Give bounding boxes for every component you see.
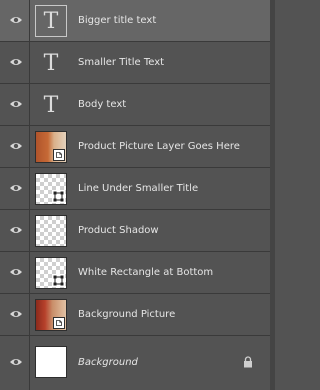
vector-shape-badge-icon: [52, 274, 65, 287]
layer-row-body-text[interactable]: T Body text: [0, 84, 270, 126]
vector-shape-badge-icon: [52, 190, 65, 203]
layer-row-background[interactable]: Background: [0, 336, 270, 390]
layer-name[interactable]: Product Shadow: [78, 210, 159, 251]
layer-row-product-shadow[interactable]: Product Shadow: [0, 210, 270, 252]
eye-icon: [10, 311, 22, 317]
visibility-toggle[interactable]: [0, 0, 30, 41]
layer-row-product-picture[interactable]: Product Picture Layer Goes Here: [0, 126, 270, 168]
lock-icon[interactable]: [243, 356, 253, 368]
smart-object-badge-icon: [53, 317, 65, 329]
layer-name[interactable]: Product Picture Layer Goes Here: [78, 126, 240, 167]
shape-layer-thumbnail: [35, 257, 67, 289]
layer-name[interactable]: Background Picture: [78, 294, 175, 335]
visibility-toggle[interactable]: [0, 168, 30, 209]
eye-icon: [10, 185, 22, 191]
visibility-toggle[interactable]: [0, 210, 30, 251]
visibility-toggle[interactable]: [0, 42, 30, 83]
layer-name[interactable]: Bigger title text: [78, 0, 156, 41]
layer-row-white-rectangle[interactable]: White Rectangle at Bottom: [0, 252, 270, 294]
scrollbar-track[interactable]: [270, 0, 275, 390]
eye-icon: [10, 359, 22, 365]
visibility-toggle[interactable]: [0, 84, 30, 125]
background-layer-thumbnail: [35, 346, 67, 378]
layer-name[interactable]: Line Under Smaller Title: [78, 168, 198, 209]
layer-name[interactable]: Body text: [78, 84, 126, 125]
smart-object-thumbnail: [35, 131, 67, 163]
layer-name[interactable]: White Rectangle at Bottom: [78, 252, 213, 293]
text-layer-thumbnail: T: [43, 92, 59, 118]
eye-icon: [10, 227, 22, 233]
layer-row-smaller-title-text[interactable]: T Smaller Title Text: [0, 42, 270, 84]
layer-name[interactable]: Background: [78, 342, 138, 383]
eye-icon: [10, 59, 22, 65]
shape-layer-thumbnail: [35, 173, 67, 205]
text-layer-thumbnail: T: [43, 50, 59, 76]
smart-object-thumbnail: [35, 299, 67, 331]
pixel-layer-thumbnail: [35, 215, 67, 247]
visibility-toggle[interactable]: [0, 252, 30, 293]
layers-panel: T Bigger title text T Smaller Title Text…: [0, 0, 275, 390]
visibility-toggle[interactable]: [0, 336, 30, 390]
layer-row-background-picture[interactable]: Background Picture: [0, 294, 270, 336]
layer-row-line-under-smaller-title[interactable]: Line Under Smaller Title: [0, 168, 270, 210]
eye-icon: [10, 269, 22, 275]
smart-object-badge-icon: [53, 149, 65, 161]
eye-icon: [10, 143, 22, 149]
text-layer-thumbnail: T: [35, 5, 67, 37]
layer-name[interactable]: Smaller Title Text: [78, 42, 164, 83]
visibility-toggle[interactable]: [0, 294, 30, 335]
visibility-toggle[interactable]: [0, 126, 30, 167]
eye-icon: [10, 101, 22, 107]
layer-row-bigger-title-text[interactable]: T Bigger title text: [0, 0, 270, 42]
eye-icon: [10, 17, 22, 23]
